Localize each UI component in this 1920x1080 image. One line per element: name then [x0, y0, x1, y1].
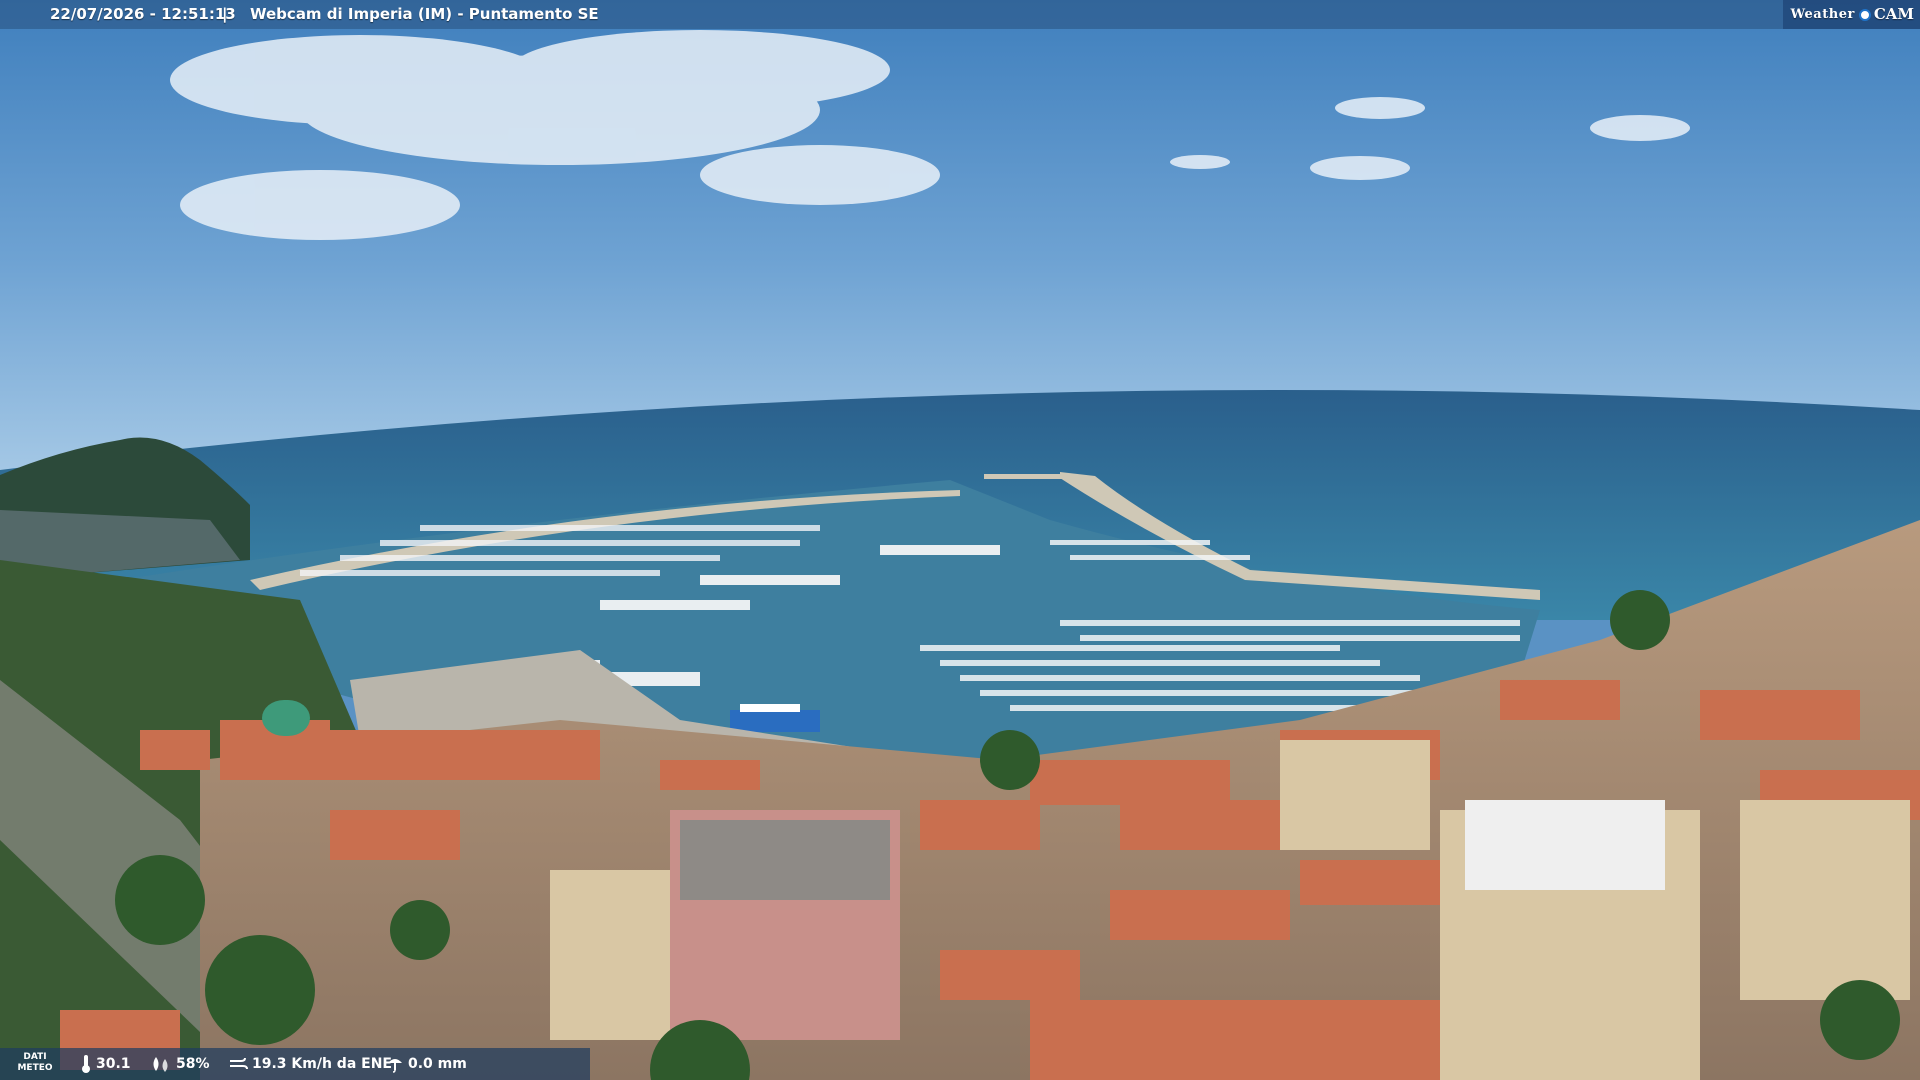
- brand-word: Weather: [1790, 7, 1855, 22]
- humidity-icon: [153, 1057, 168, 1072]
- timestamp: 22/07/2026 - 12:51:13: [50, 5, 236, 23]
- thermometer-icon: [82, 1055, 90, 1073]
- wind-icon: [230, 1057, 248, 1070]
- wind-reading: 19.3 Km/h da ENE: [228, 1048, 392, 1080]
- header-separator: |: [222, 5, 228, 23]
- temperature-reading: 30.1: [80, 1048, 131, 1080]
- humidity-value: 58%: [176, 1056, 210, 1072]
- overlay-header: 22/07/2026 - 12:51:13 | Webcam di Imperi…: [0, 0, 1920, 29]
- webcam-image: [0, 0, 1920, 1080]
- wind-value: 19.3 Km/h da ENE: [252, 1056, 392, 1072]
- ferry: [730, 710, 820, 732]
- weather-strip: DATI METEO 30.1 58% 19.3 Km/h da ENE 0.0…: [0, 1048, 590, 1080]
- rain-reading: 0.0 mm: [386, 1048, 467, 1080]
- webcam-title: Webcam di Imperia (IM) - Puntamento SE: [250, 5, 599, 23]
- weathercam-logo: Weather CAM: [1782, 0, 1920, 29]
- green-dome: [262, 700, 310, 736]
- rain-icon: [388, 1059, 402, 1073]
- temperature-value: 30.1: [96, 1056, 131, 1072]
- brand-suffix: CAM: [1873, 5, 1914, 23]
- weather-data-label: DATI METEO: [17, 1052, 53, 1073]
- camera-lens-icon: [1858, 8, 1871, 21]
- humidity-reading: 58%: [150, 1048, 210, 1080]
- rain-value: 0.0 mm: [408, 1056, 467, 1072]
